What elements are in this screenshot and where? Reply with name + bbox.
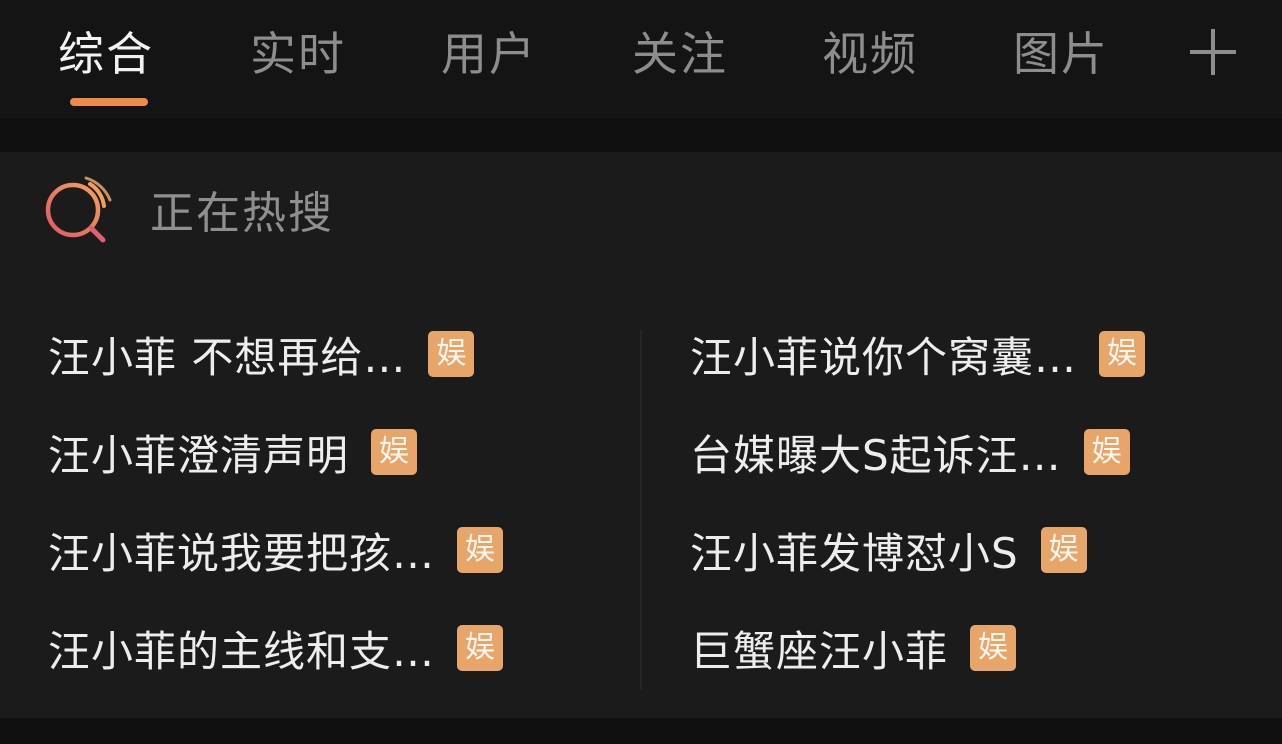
hot-item-text: 汪小菲说你个窝囊… [690, 332, 1078, 382]
entertainment-badge: 娱 [1099, 331, 1146, 377]
entertainment-badge: 娱 [1040, 527, 1087, 573]
plus-icon[interactable] [1186, 24, 1242, 80]
section-divider [0, 118, 1282, 152]
hot-item-right-1[interactable]: 汪小菲说你个窝囊… 娱 [690, 324, 1146, 384]
tab-videos[interactable]: 视频 [822, 22, 918, 86]
hot-item-text: 汪小菲的主线和支… [48, 626, 436, 676]
tab-comprehensive[interactable]: 综合 [58, 22, 154, 86]
bottom-edge [0, 718, 1282, 744]
hot-item-right-3[interactable]: 汪小菲发博怼小S 娱 [690, 520, 1087, 580]
hot-search-title: 正在热搜 [150, 188, 334, 239]
tab-images[interactable]: 图片 [1013, 22, 1109, 86]
hot-item-text: 巨蟹座汪小菲 [690, 626, 949, 676]
hot-item-left-4[interactable]: 汪小菲的主线和支… 娱 [48, 618, 504, 678]
hot-search-icon [45, 176, 112, 243]
column-divider [640, 330, 642, 690]
tab-users[interactable]: 用户 [441, 22, 537, 86]
entertainment-badge: 娱 [428, 331, 475, 377]
entertainment-badge: 娱 [1083, 429, 1130, 475]
hot-item-text: 汪小菲发博怼小S [690, 528, 1019, 578]
tab-bar: 综合 实时 用户 关注 视频 图片 [0, 0, 1282, 118]
hot-item-left-1[interactable]: 汪小菲 不想再给… 娱 [48, 324, 475, 384]
hot-item-right-4[interactable]: 巨蟹座汪小菲 娱 [690, 618, 1017, 678]
active-tab-indicator [70, 98, 148, 106]
hot-item-left-3[interactable]: 汪小菲说我要把孩… 娱 [48, 520, 504, 580]
entertainment-badge: 娱 [970, 625, 1017, 671]
entertainment-badge: 娱 [457, 527, 504, 573]
hot-item-text: 汪小菲澄清声明 [48, 430, 350, 480]
entertainment-badge: 娱 [371, 429, 418, 475]
hot-item-left-2[interactable]: 汪小菲澄清声明 娱 [48, 422, 418, 482]
tab-following[interactable]: 关注 [632, 22, 728, 86]
hot-item-text: 台媒曝大S起诉汪… [690, 430, 1062, 480]
hot-item-text: 汪小菲说我要把孩… [48, 528, 436, 578]
hot-item-right-2[interactable]: 台媒曝大S起诉汪… 娱 [690, 422, 1130, 482]
tab-realtime[interactable]: 实时 [250, 22, 346, 86]
entertainment-badge: 娱 [457, 625, 504, 671]
hot-item-text: 汪小菲 不想再给… [48, 332, 407, 382]
